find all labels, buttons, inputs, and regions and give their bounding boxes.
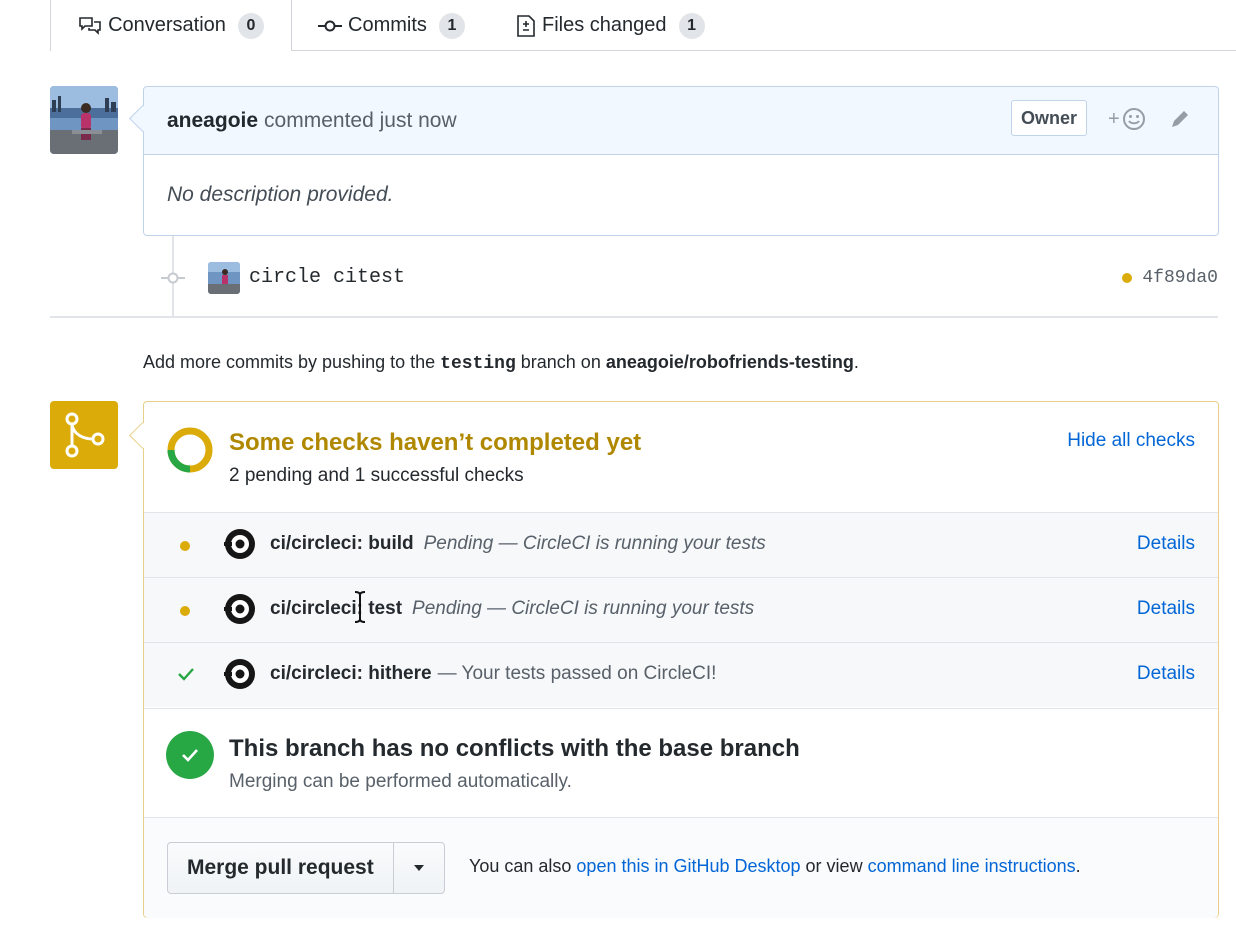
git-merge-icon: [50, 401, 118, 469]
push-instructions: Add more commits by pushing to the testi…: [143, 352, 859, 374]
merge-text-prefix: You can also: [469, 856, 577, 876]
timeline-divider: [50, 316, 1218, 318]
comment-author[interactable]: aneagoie: [167, 109, 258, 133]
circleci-logo-icon: [224, 658, 256, 696]
push-note-prefix: Add more commits by pushing to the: [143, 352, 441, 372]
git-commit-icon: [161, 268, 185, 293]
circleci-logo-icon: [224, 593, 256, 631]
check-name: ci/circleci: hithere: [270, 663, 432, 684]
conflict-subtitle: Merging can be performed automatically.: [229, 771, 572, 792]
triangle-down-icon: [413, 859, 425, 877]
repo-name: aneagoie/robofriends-testing: [605, 352, 854, 372]
pending-status-dot: [180, 536, 190, 551]
check-details-link[interactable]: Details: [1137, 533, 1195, 555]
git-commit-icon: [318, 19, 342, 33]
tab-counter: 1: [438, 12, 465, 39]
pr-comment: aneagoie commented just now Owner + No d…: [129, 86, 1219, 236]
check-row: ci/circleci: build Pending — CircleCI is …: [144, 512, 1218, 577]
merge-button-group: Merge pull request: [167, 842, 445, 894]
tab-files-changed[interactable]: Files changed 1: [516, 0, 705, 51]
check-text: ci/circleci: build Pending — CircleCI is …: [270, 533, 766, 555]
tab-conversation[interactable]: Conversation 0: [50, 0, 292, 51]
tab-commits[interactable]: Commits 1: [318, 0, 465, 51]
check-row: ci/circleci: test Pending — CircleCI is r…: [144, 577, 1218, 642]
check-mark-icon: [178, 666, 196, 690]
check-details-link[interactable]: Details: [1137, 663, 1195, 685]
text-cursor-icon: [352, 590, 368, 629]
merge-text-suffix: .: [1075, 856, 1081, 876]
check-text: ci/circleci: hithere — Your tests passed …: [270, 663, 716, 685]
hide-all-checks-link[interactable]: Hide all checks: [1067, 430, 1195, 452]
smiley-icon: [1122, 107, 1146, 131]
push-note-suffix: .: [853, 352, 859, 372]
tab-label: Commits: [348, 14, 427, 36]
branch-name: testing: [440, 354, 516, 374]
merge-box: Some checks haven’t completed yet 2 pend…: [129, 401, 1219, 918]
circleci-logo-icon: [224, 528, 256, 566]
comment-discussion-icon: [78, 16, 102, 36]
author-avatar[interactable]: [50, 86, 118, 154]
check-description: Pending — CircleCI is running your tests: [423, 533, 766, 554]
commit-author-avatar[interactable]: [208, 262, 240, 294]
commit-message[interactable]: circle citest: [249, 266, 405, 289]
add-reaction-button[interactable]: +: [1108, 107, 1146, 131]
tab-counter: 1: [678, 12, 705, 39]
push-note-middle: branch on: [515, 352, 606, 372]
checks-title: Some checks haven’t completed yet: [229, 429, 642, 456]
tab-label: Conversation: [108, 14, 226, 36]
comment-timestamp: commented just now: [264, 108, 457, 132]
tab-label: Files changed: [542, 14, 667, 36]
conflict-title: This branch has no conflicts with the ba…: [229, 735, 800, 762]
merge-pull-request-button[interactable]: Merge pull request: [168, 843, 394, 893]
comment-body: No description provided.: [167, 183, 394, 206]
merge-footer: Merge pull request You can also open thi…: [144, 817, 1218, 918]
check-description: Pending — CircleCI is running your tests: [412, 598, 755, 619]
merge-method-dropdown[interactable]: [394, 843, 444, 893]
check-circle-icon: [166, 731, 214, 779]
check-row: ci/circleci: hithere — Your tests passed …: [144, 642, 1218, 707]
comment-pointer: [129, 105, 156, 132]
commit-sha[interactable]: 4f89da0: [1122, 268, 1218, 288]
owner-badge: Owner: [1011, 100, 1088, 136]
check-details-link[interactable]: Details: [1137, 598, 1195, 620]
pending-status-dot[interactable]: [1122, 273, 1133, 283]
commit-sha-text[interactable]: 4f89da0: [1142, 268, 1218, 288]
checks-subtitle: 2 pending and 1 successful checks: [229, 465, 524, 486]
checks-progress-ring-icon: [166, 426, 214, 479]
mergeability-status: This branch has no conflicts with the ba…: [144, 708, 1218, 817]
open-in-desktop-link[interactable]: open this in GitHub Desktop: [576, 856, 800, 876]
comment-header: aneagoie commented just now Owner +: [129, 87, 1218, 155]
check-description: — Your tests passed on CircleCI!: [437, 663, 717, 684]
check-name: ci/circleci: test: [270, 598, 403, 619]
command-line-instructions-link[interactable]: command line instructions: [868, 856, 1076, 876]
merge-text-middle: or view: [800, 856, 868, 876]
tab-counter: 0: [237, 12, 264, 39]
reaction-plus: +: [1108, 107, 1120, 130]
checks-summary: Some checks haven’t completed yet 2 pend…: [144, 402, 1218, 512]
check-text: ci/circleci: test Pending — CircleCI is r…: [270, 598, 754, 620]
file-diff-icon: [516, 14, 536, 38]
pending-status-dot: [180, 601, 190, 616]
pencil-icon[interactable]: [1168, 107, 1192, 137]
check-name: ci/circleci: build: [270, 533, 414, 554]
merge-alternatives: You can also open this in GitHub Desktop…: [469, 856, 1081, 877]
